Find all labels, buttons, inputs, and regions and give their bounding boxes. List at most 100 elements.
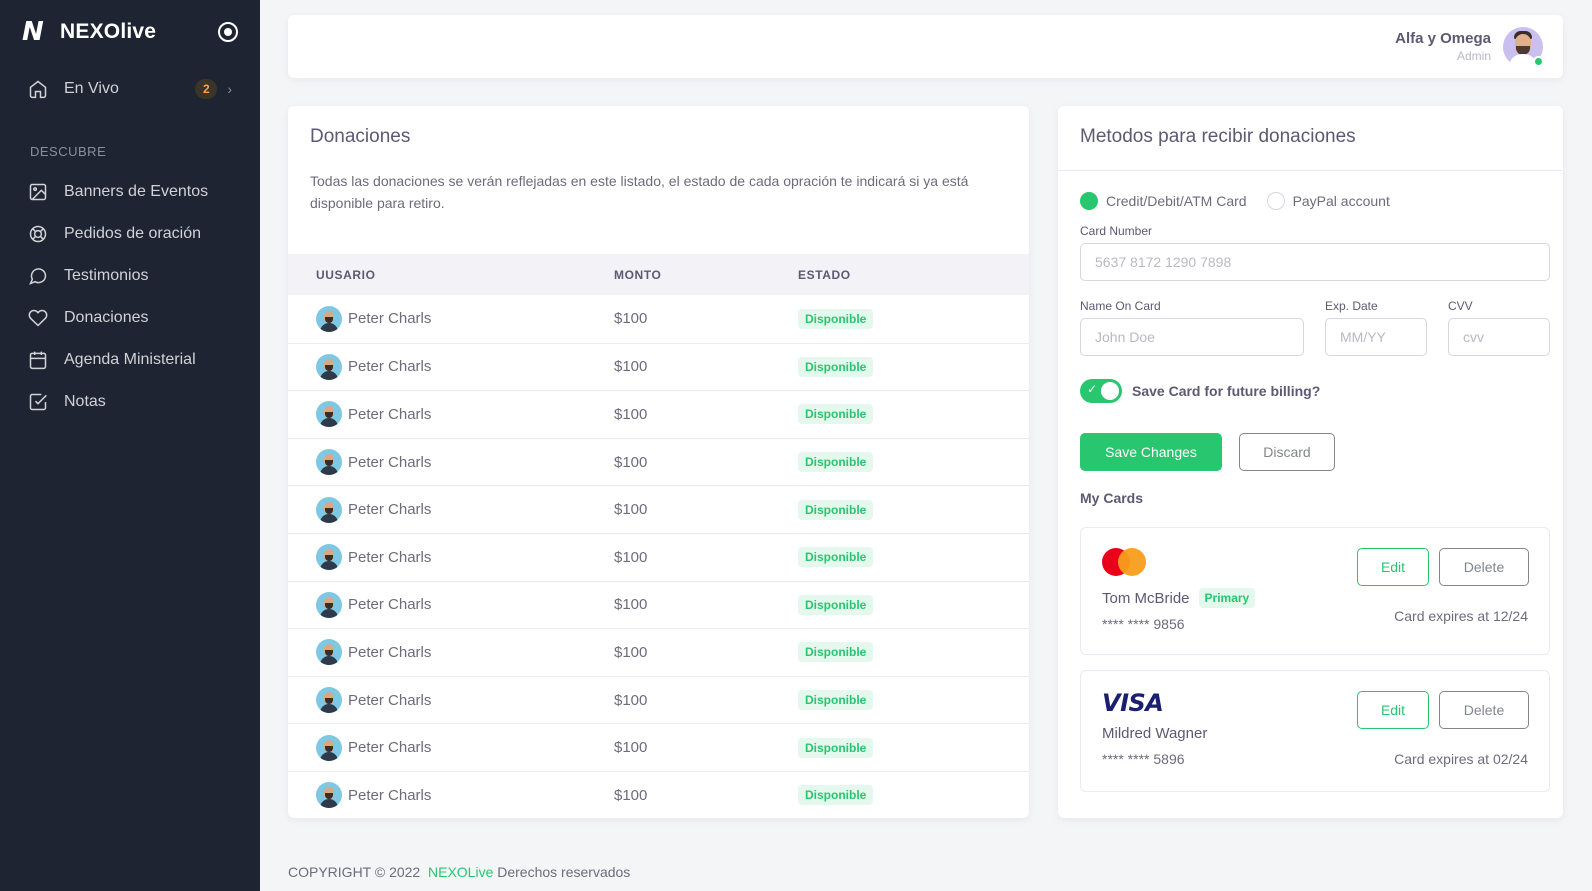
- status-badge: Disponible: [798, 547, 874, 568]
- table-row: Peter Charls $100 Disponible: [288, 770, 1029, 819]
- table-body: Peter Charls $100 Disponible Peter Charls $1…: [288, 295, 1029, 819]
- footer-brand-link[interactable]: NEXOLive: [428, 864, 493, 880]
- user-avatar: [316, 734, 342, 761]
- sidebar-item-banners[interactable]: Banners de Eventos: [0, 171, 260, 213]
- methods-title: Metodos para recibir donaciones: [1080, 126, 1356, 147]
- status-badge: Disponible: [798, 785, 874, 806]
- sidebar-item-pedidos[interactable]: Pedidos de oración: [0, 213, 260, 255]
- sidebar-item-label: Agenda Ministerial: [64, 351, 196, 368]
- sidebar-item-notas[interactable]: Notas: [0, 381, 260, 423]
- radio-card-label[interactable]: Credit/Debit/ATM Card: [1106, 193, 1247, 209]
- table-row: Peter Charls $100 Disponible: [288, 485, 1029, 533]
- saved-card-mastercard: Tom McBride Primary **** **** 9856 Edit …: [1080, 527, 1550, 655]
- user-avatar: [316, 353, 342, 380]
- radio-paypal[interactable]: [1266, 192, 1285, 210]
- sidebar-toggle-icon[interactable]: [218, 22, 238, 42]
- user-info[interactable]: Alfa y Omega Admin: [1395, 30, 1491, 63]
- home-icon: [28, 79, 48, 99]
- user-avatar[interactable]: [1503, 26, 1544, 67]
- user-avatar: [316, 591, 342, 618]
- sidebar-item-label: Testimonios: [64, 267, 149, 284]
- status-badge: Disponible: [798, 404, 874, 425]
- table-header: UUSARIO MONTO ESTADO: [288, 254, 1029, 295]
- user-role: Admin: [1456, 49, 1491, 63]
- user-name: Peter Charls: [348, 548, 432, 566]
- brand-logo-icon: N: [22, 17, 44, 47]
- footer: COPYRIGHT © 2022 NEXOLive Derechos reser…: [288, 864, 630, 880]
- discard-button[interactable]: Discard: [1239, 433, 1335, 471]
- status-badge: Disponible: [798, 594, 874, 615]
- status-cell: Disponible: [798, 785, 874, 806]
- row-user: Peter Charls: [316, 544, 432, 571]
- user-avatar: [316, 305, 342, 332]
- status-cell: Disponible: [798, 690, 874, 711]
- sidebar-item-donaciones[interactable]: Donaciones: [0, 297, 260, 339]
- row-user: Peter Charls: [316, 639, 431, 666]
- sidebar-item-agenda[interactable]: Agenda Ministerial: [0, 339, 260, 381]
- exp-date-input[interactable]: MM/YY: [1325, 318, 1427, 356]
- sidebar: N NEXOlive En Vivo 2 › DESCUBRE Banners …: [0, 0, 260, 891]
- check-square-icon: [28, 392, 48, 412]
- row-user: Peter Charls: [316, 496, 431, 523]
- calendar-icon: [28, 350, 48, 370]
- radio-paypal-label[interactable]: PayPal account: [1293, 193, 1390, 209]
- sidebar-item-label: En Vivo: [64, 80, 119, 97]
- cvv-label: CVV: [1448, 299, 1473, 313]
- save-card-toggle[interactable]: ✓: [1080, 379, 1122, 403]
- section-label-descubre: DESCUBRE: [30, 144, 107, 159]
- life-buoy-icon: [28, 224, 48, 244]
- donation-amount: $100: [614, 310, 648, 328]
- table-row: Peter Charls $100 Disponible: [288, 532, 1029, 581]
- primary-badge: Primary: [1198, 588, 1256, 608]
- card-number-input[interactable]: 5637 8172 1290 7898: [1080, 243, 1550, 281]
- user-avatar: [316, 639, 342, 666]
- donation-amount: $100: [614, 739, 648, 757]
- card-expiry: Card expires at 12/24: [1394, 608, 1528, 624]
- card-number-masked: **** **** 5896: [1102, 751, 1185, 767]
- user-name: Peter Charls: [348, 786, 432, 804]
- mastercard-logo-icon: [1102, 548, 1146, 576]
- status-cell: Disponible: [798, 547, 874, 568]
- status-badge: Disponible: [798, 642, 874, 663]
- column-header-status: ESTADO: [798, 267, 851, 282]
- message-circle-icon: [28, 266, 48, 286]
- user-avatar: [316, 782, 342, 809]
- live-count-badge: 2: [195, 79, 218, 99]
- status-badge: Disponible: [798, 737, 874, 758]
- sidebar-item-en-vivo[interactable]: En Vivo 2 ›: [0, 68, 260, 110]
- status-cell: Disponible: [798, 452, 874, 473]
- donations-title: Donaciones: [310, 126, 411, 147]
- card-holder-name: Mildred Wagner: [1102, 725, 1208, 742]
- sidebar-item-label: Donaciones: [64, 309, 149, 326]
- status-cell: Disponible: [798, 737, 874, 758]
- edit-card-button[interactable]: Edit: [1357, 691, 1429, 729]
- delete-card-button[interactable]: Delete: [1439, 548, 1529, 586]
- online-status-dot: [1533, 55, 1544, 67]
- check-icon: ✓: [1087, 382, 1098, 396]
- name-on-card-label: Name On Card: [1080, 299, 1161, 313]
- cvv-input[interactable]: cvv: [1448, 318, 1550, 356]
- donation-amount: $100: [614, 548, 648, 566]
- table-row: Peter Charls $100 Disponible: [288, 628, 1029, 676]
- sidebar-item-testimonios[interactable]: Testimonios: [0, 255, 260, 297]
- user-avatar: [316, 449, 342, 476]
- table-row: Peter Charls $100 Disponible: [288, 580, 1029, 629]
- donation-amount: $100: [614, 596, 648, 614]
- user-avatar: [316, 496, 342, 523]
- name-on-card-input[interactable]: John Doe: [1080, 318, 1304, 356]
- edit-card-button[interactable]: Edit: [1357, 548, 1429, 586]
- donation-amount: $100: [614, 358, 648, 376]
- divider: [1058, 170, 1563, 171]
- status-badge: Disponible: [798, 356, 874, 377]
- footer-copyright: COPYRIGHT © 2022: [288, 864, 421, 880]
- delete-card-button[interactable]: Delete: [1439, 691, 1529, 729]
- column-header-user: UUSARIO: [316, 267, 376, 282]
- save-card-label: Save Card for future billing?: [1132, 383, 1321, 399]
- status-cell: Disponible: [798, 642, 874, 663]
- my-cards-label: My Cards: [1080, 490, 1144, 506]
- radio-card[interactable]: [1080, 192, 1098, 210]
- status-cell: Disponible: [798, 308, 874, 329]
- save-changes-button[interactable]: Save Changes: [1080, 433, 1222, 471]
- user-name: Peter Charls: [348, 310, 432, 328]
- brand[interactable]: N NEXOlive: [0, 0, 260, 64]
